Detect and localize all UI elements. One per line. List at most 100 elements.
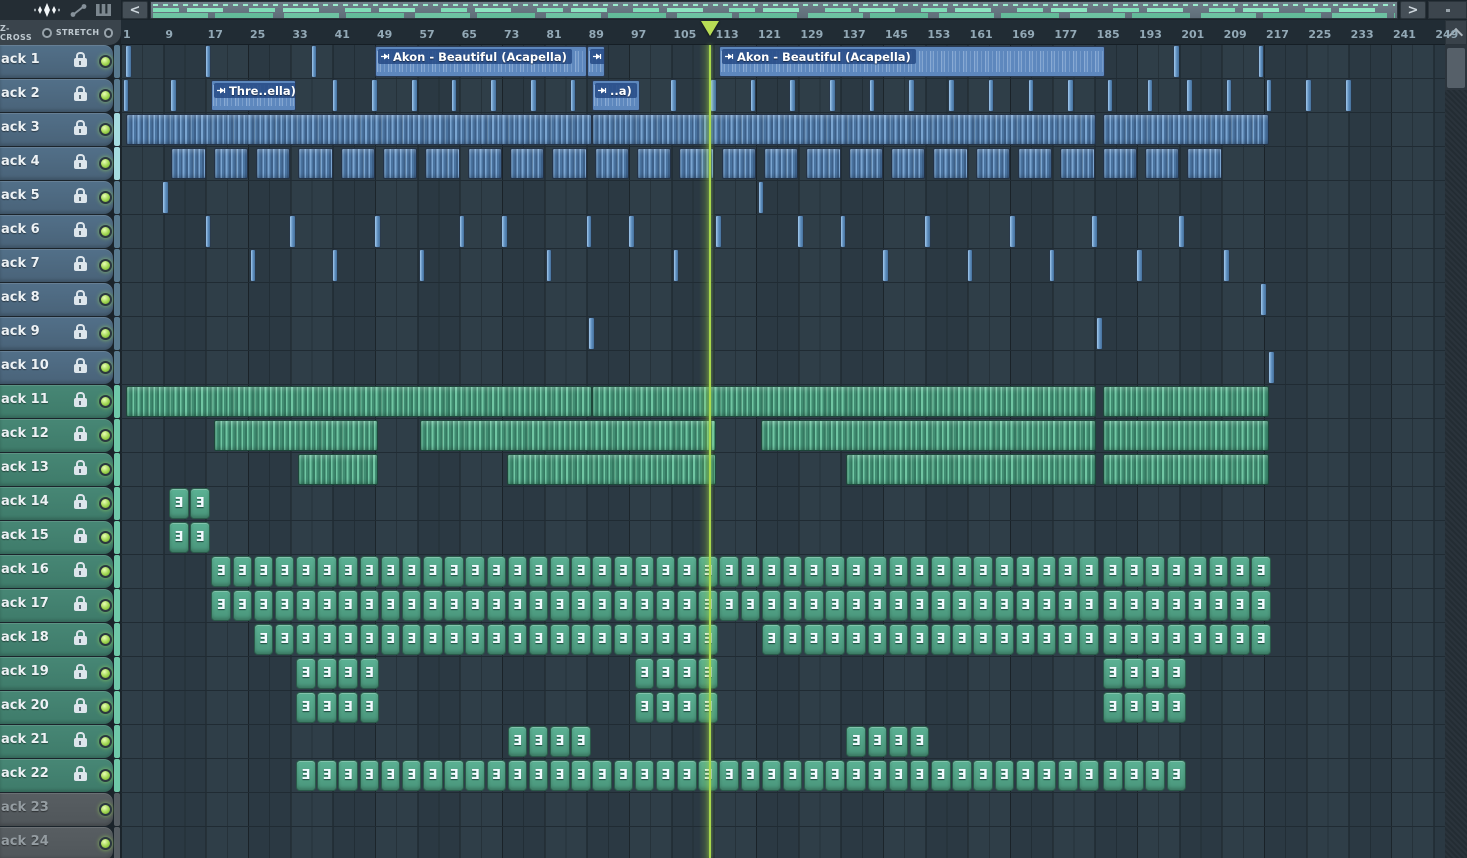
track-lane[interactable] [121,147,1445,181]
pattern-block-clip[interactable]: Ǝ [169,522,189,553]
note-clip[interactable] [124,80,129,111]
track-lane[interactable] [121,793,1445,827]
pattern-block-clip[interactable]: Ǝ [1124,760,1144,791]
pattern-block-clip[interactable]: Ǝ [783,556,803,587]
pattern-block-clip[interactable]: Ǝ [1103,556,1123,587]
track-enable-led[interactable] [99,89,112,102]
pattern-block-clip[interactable]: Ǝ [656,556,676,587]
track-lane[interactable]: ƎƎƎƎƎƎƎƎƎƎƎƎƎƎƎƎƎƎƎƎƎƎƎƎƎƎƎƎƎƎƎƎƎƎƎƎƎƎƎƎ… [121,589,1445,623]
pattern-stripes-clip[interactable] [214,148,248,179]
lock-icon[interactable] [74,738,87,747]
pattern-block-clip[interactable]: Ǝ [296,624,316,655]
pattern-block-clip[interactable]: Ǝ [1251,590,1271,621]
pattern-block-clip[interactable]: Ǝ [762,556,782,587]
track-color-strip[interactable] [114,759,120,792]
lock-icon[interactable] [74,330,87,339]
note-clip[interactable] [1346,80,1351,111]
pattern-block-clip[interactable]: Ǝ [571,726,591,757]
track-enable-led[interactable] [99,123,112,136]
pattern-block-clip[interactable]: Ǝ [846,556,866,587]
lock-icon[interactable] [74,126,87,135]
pattern-block-clip[interactable]: Ǝ [1079,624,1099,655]
note-clip[interactable] [251,250,256,281]
track-lane[interactable]: ƎƎƎƎƎƎƎƎ [121,725,1445,759]
minimap-scroll-left-button[interactable]: < [122,1,148,19]
pattern-stripes-clip[interactable] [1103,454,1270,485]
pattern-block-clip[interactable]: Ǝ [1145,556,1165,587]
note-clip[interactable] [1068,80,1073,111]
pattern-block-clip[interactable]: Ǝ [1188,556,1208,587]
pattern-stripes-clip[interactable] [214,420,378,451]
pattern-block-clip[interactable]: Ǝ [973,590,993,621]
pattern-block-clip[interactable]: Ǝ [1103,624,1123,655]
note-clip[interactable] [1224,250,1229,281]
lock-icon[interactable] [74,92,87,101]
pattern-block-clip[interactable]: Ǝ [825,624,845,655]
pattern-stripes-clip[interactable] [298,148,332,179]
lock-icon[interactable] [74,58,87,67]
pattern-block-clip[interactable]: Ǝ [381,760,401,791]
track-lane[interactable]: ƎƎƎƎƎƎƎƎƎƎƎƎ [121,691,1445,725]
pattern-stripes-clip[interactable] [383,148,417,179]
pattern-block-clip[interactable]: Ǝ [1058,590,1078,621]
track-enable-led[interactable] [99,157,112,170]
pattern-stripes-clip[interactable] [1103,386,1270,417]
pattern-block-clip[interactable]: Ǝ [360,658,380,689]
pattern-block-clip[interactable]: Ǝ [846,760,866,791]
pattern-block-clip[interactable]: Ǝ [1103,692,1123,723]
note-clip[interactable] [1306,80,1311,111]
note-clip[interactable] [1187,80,1192,111]
audio-clip[interactable]: Thre..ella) [211,80,296,111]
pattern-block-clip[interactable]: Ǝ [677,556,697,587]
pattern-block-clip[interactable]: Ǝ [381,624,401,655]
pattern-block-clip[interactable]: Ǝ [656,590,676,621]
pattern-block-clip[interactable]: Ǝ [444,556,464,587]
lock-icon[interactable] [74,772,87,781]
pattern-block-clip[interactable]: Ǝ [1251,556,1271,587]
vertical-scrollbar[interactable] [1445,45,1467,858]
track-header[interactable]: ack 3 [0,113,113,146]
pattern-block-clip[interactable]: Ǝ [1037,556,1057,587]
pattern-block-clip[interactable]: Ǝ [1209,590,1229,621]
pattern-stripes-clip[interactable] [552,148,586,179]
pattern-stripes-clip[interactable] [1018,148,1052,179]
note-clip[interactable] [372,80,377,111]
pattern-block-clip[interactable]: Ǝ [952,624,972,655]
pattern-block-clip[interactable]: Ǝ [889,590,909,621]
track-header[interactable]: ack 22 [0,759,113,792]
pattern-block-clip[interactable]: Ǝ [338,590,358,621]
track-color-strip[interactable] [114,725,120,758]
pattern-block-clip[interactable]: Ǝ [995,556,1015,587]
note-clip[interactable] [1097,318,1102,349]
vertical-scrollbar-track[interactable] [1445,90,1467,858]
pattern-block-clip[interactable]: Ǝ [1037,590,1057,621]
note-clip[interactable] [126,46,131,77]
pattern-block-clip[interactable]: Ǝ [296,760,316,791]
pattern-block-clip[interactable]: Ǝ [254,556,274,587]
pattern-block-clip[interactable]: Ǝ [719,590,739,621]
pattern-stripes-clip[interactable] [592,114,1096,145]
pattern-block-clip[interactable]: Ǝ [1167,658,1187,689]
pattern-block-clip[interactable]: Ǝ [635,658,655,689]
track-color-strip[interactable] [114,45,120,78]
pattern-stripes-clip[interactable] [1103,420,1270,451]
note-clip[interactable] [841,216,846,247]
pattern-block-clip[interactable]: Ǝ [952,590,972,621]
pattern-block-clip[interactable]: Ǝ [423,624,443,655]
audio-clip[interactable] [587,46,606,77]
pattern-block-clip[interactable]: Ǝ [719,760,739,791]
pattern-block-clip[interactable]: Ǝ [550,556,570,587]
playhead-marker[interactable] [701,21,719,36]
lock-icon[interactable] [74,636,87,645]
track-color-strip[interactable] [114,351,120,384]
pattern-block-clip[interactable]: Ǝ [635,692,655,723]
pattern-block-clip[interactable]: Ǝ [614,760,634,791]
note-clip[interactable] [830,80,835,111]
pattern-block-clip[interactable]: Ǝ [1124,692,1144,723]
pattern-stripes-clip[interactable] [425,148,459,179]
note-clip[interactable] [925,216,930,247]
track-enable-led[interactable] [99,361,112,374]
track-header[interactable]: ack 12 [0,419,113,452]
track-enable-led[interactable] [99,769,112,782]
pattern-block-clip[interactable]: Ǝ [1145,760,1165,791]
